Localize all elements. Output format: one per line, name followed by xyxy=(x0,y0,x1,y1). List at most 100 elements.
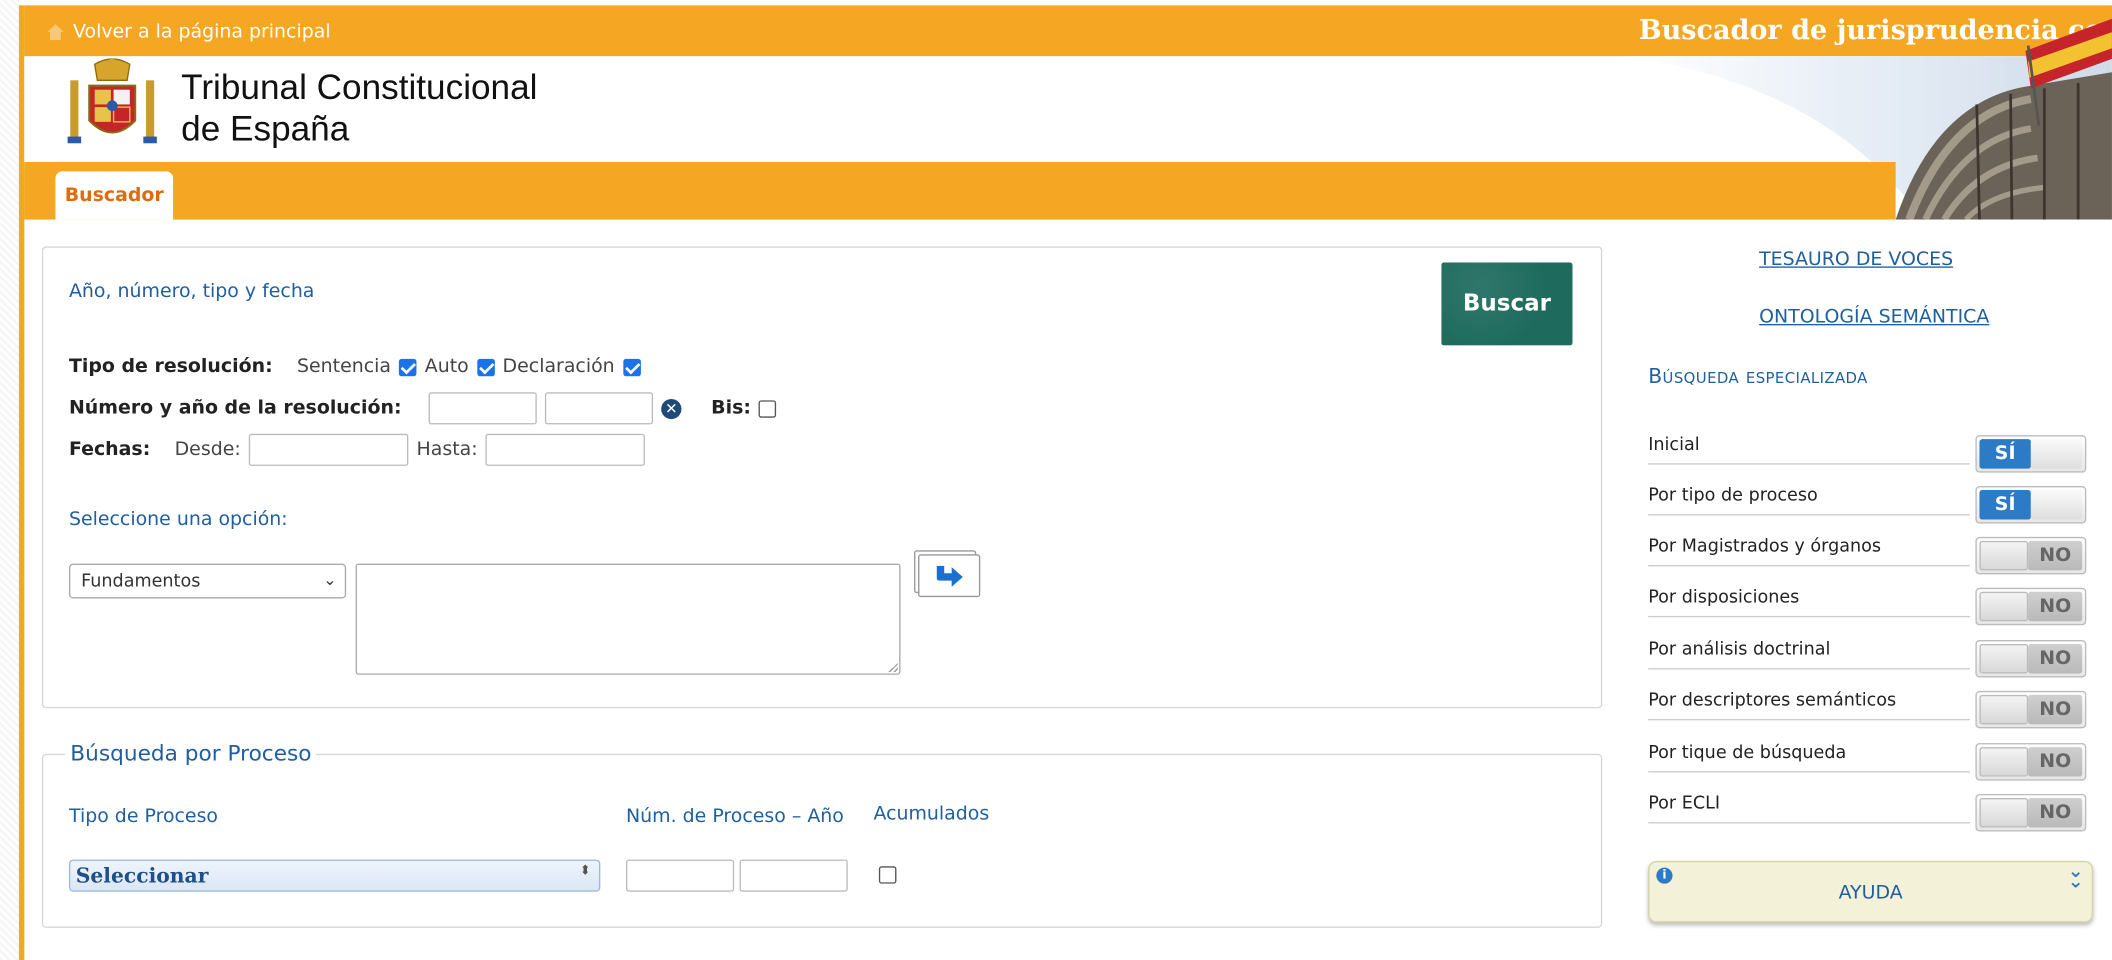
toggle-tique[interactable]: NO xyxy=(1975,743,2087,781)
acumulados-label: Acumulados xyxy=(873,803,990,825)
chevron-down-icon: ⌄ xyxy=(323,570,337,590)
option-label: Por tique de búsqueda xyxy=(1648,743,1971,773)
ayuda-panel[interactable]: i AYUDA ⌄ ⌄ xyxy=(1648,860,2094,923)
organization-name: Tribunal Constitucional de España xyxy=(181,67,537,150)
bis-checkbox[interactable] xyxy=(759,399,777,418)
tab-buscador[interactable]: Buscador xyxy=(55,171,174,220)
declaracion-checkbox[interactable] xyxy=(622,358,641,376)
numero-input[interactable] xyxy=(428,392,537,425)
page: Volver a la página principal Buscador de… xyxy=(0,0,2112,960)
toggle-state: NO xyxy=(2028,797,2083,828)
tesauro-link[interactable]: TESAURO DE VOCES xyxy=(1759,249,1953,270)
hasta-input[interactable] xyxy=(485,433,646,466)
toggle-knob xyxy=(1979,747,2029,777)
double-chevron-down-icon[interactable]: ⌄ ⌄ xyxy=(2068,862,2084,891)
toggle-magistrados[interactable]: NO xyxy=(1975,536,2087,575)
numero-label: Número y año de la resolución: xyxy=(68,397,402,420)
tipo-resolucion-row: Tipo de resolución: Sentencia Auto Decla… xyxy=(68,356,641,378)
toggle-ecli[interactable]: NO xyxy=(1975,793,2087,832)
sentencia-checkbox[interactable] xyxy=(399,358,417,376)
clear-icon[interactable]: ✕ xyxy=(661,398,682,419)
auto-label: Auto xyxy=(424,356,469,378)
toggle-inicial[interactable]: SÍ xyxy=(1975,435,2087,473)
toggle-state: SÍ xyxy=(1979,439,2031,469)
option-row-descriptores: Por descriptores semánticos NO xyxy=(1648,690,2094,734)
org-name-line1: Tribunal Constitucional xyxy=(181,66,538,108)
tipo-resolucion-label: Tipo de resolución: xyxy=(68,356,273,378)
toggle-knob xyxy=(1979,540,2029,571)
search-panel: Año, número, tipo y fecha Buscar Tipo de… xyxy=(41,246,1603,709)
auto-checkbox[interactable] xyxy=(476,358,495,376)
toggle-knob xyxy=(1979,797,2029,828)
acumulados-checkbox[interactable] xyxy=(878,866,897,884)
toggle-tipo-proceso[interactable]: SÍ xyxy=(1975,486,2087,524)
toggle-state: NO xyxy=(2028,644,2083,674)
buscar-button[interactable]: Buscar xyxy=(1441,262,1573,346)
fundamentos-select-value: Fundamentos xyxy=(81,571,201,592)
num-proceso-label: Núm. de Proceso – Año xyxy=(626,806,844,828)
bis-label: Bis: xyxy=(711,397,751,420)
proceso-panel: Búsqueda por Proceso Tipo de Proceso Núm… xyxy=(41,740,1603,928)
ano-input[interactable] xyxy=(544,392,654,425)
toggle-state: NO xyxy=(2028,540,2083,571)
toggle-disposiciones[interactable]: NO xyxy=(1975,587,2087,626)
num-proceso-input[interactable] xyxy=(626,859,735,892)
toggle-state: NO xyxy=(2028,591,2083,622)
desde-label: Desde: xyxy=(174,439,241,461)
toggle-state: SÍ xyxy=(1979,490,2031,520)
home-link-label: Volver a la página principal xyxy=(73,21,331,43)
toggle-knob xyxy=(1979,644,2029,674)
declaracion-label: Declaración xyxy=(502,356,615,378)
option-row-magistrados: Por Magistrados y órganos NO xyxy=(1648,536,2094,580)
option-label: Por Magistrados y órganos xyxy=(1648,537,1971,567)
site-header: Tribunal Constitucional de España xyxy=(24,18,2112,220)
option-row-analisis: Por análisis doctrinal NO xyxy=(1648,639,2094,683)
toggle-state: NO xyxy=(2028,747,2083,777)
seleccione-opcion-label: Seleccione una opción: xyxy=(68,508,288,531)
info-icon: i xyxy=(1656,867,1673,884)
toggle-knob xyxy=(2030,490,2083,520)
search-textarea[interactable] xyxy=(355,563,901,675)
tipo-proceso-select[interactable]: Seleccionar ⬍ xyxy=(68,859,601,892)
option-label: Inicial xyxy=(1648,435,1971,465)
option-row-ecli: Por ECLI NO xyxy=(1648,793,2094,837)
busqueda-especializada-title: Búsqueda especializada xyxy=(1648,364,1868,389)
toggle-knob xyxy=(1979,591,2029,622)
option-row-tipo-proceso: Por tipo de proceso SÍ xyxy=(1648,486,2094,529)
page-edge-pattern xyxy=(0,0,19,960)
desde-input[interactable] xyxy=(248,433,409,466)
hasta-label: Hasta: xyxy=(416,439,478,461)
option-label: Por ECLI xyxy=(1648,794,1971,824)
proceso-legend: Búsqueda por Proceso xyxy=(64,740,317,766)
tipo-proceso-select-value: Seleccionar xyxy=(75,863,209,888)
option-row-disposiciones: Por disposiciones NO xyxy=(1648,587,2094,631)
fechas-label: Fechas: xyxy=(68,439,151,461)
sentencia-label: Sentencia xyxy=(296,356,391,378)
option-row-inicial: Inicial SÍ xyxy=(1648,435,2094,478)
org-name-line2: de España xyxy=(181,108,350,149)
toggle-state: NO xyxy=(2028,694,2083,725)
option-row-tique: Por tique de búsqueda NO xyxy=(1648,743,2094,786)
insert-arrow-button[interactable] xyxy=(918,554,981,598)
numero-row: Número y año de la resolución: ✕ Bis: xyxy=(68,392,777,425)
section-title-ano-numero: Año, número, tipo y fecha xyxy=(68,281,315,303)
option-label: Por tipo de proceso xyxy=(1648,486,1971,516)
tipo-proceso-label: Tipo de Proceso xyxy=(68,806,219,828)
ontologia-link[interactable]: ONTOLOGÍA SEMÁNTICA xyxy=(1759,307,1989,328)
fechas-row: Fechas: Desde: Hasta: xyxy=(68,433,646,466)
home-icon xyxy=(46,23,65,42)
toggle-descriptores[interactable]: NO xyxy=(1975,690,2087,729)
coat-of-arms-logo xyxy=(62,56,162,152)
home-link[interactable]: Volver a la página principal xyxy=(46,21,331,43)
toggle-analisis[interactable]: NO xyxy=(1975,639,2087,678)
toggle-knob xyxy=(2030,439,2083,469)
tab-bar: Buscador xyxy=(24,162,1896,220)
ayuda-label: AYUDA xyxy=(1838,882,1903,904)
select-arrows-icon: ⬍ xyxy=(579,863,591,879)
option-label: Por descriptores semánticos xyxy=(1648,691,1971,721)
arrow-right-icon xyxy=(936,565,963,587)
fundamentos-select[interactable]: Fundamentos ⌄ xyxy=(68,563,347,599)
option-label: Por disposiciones xyxy=(1648,588,1971,618)
ano-proceso-input[interactable] xyxy=(739,859,848,892)
toggle-knob xyxy=(1979,694,2029,725)
